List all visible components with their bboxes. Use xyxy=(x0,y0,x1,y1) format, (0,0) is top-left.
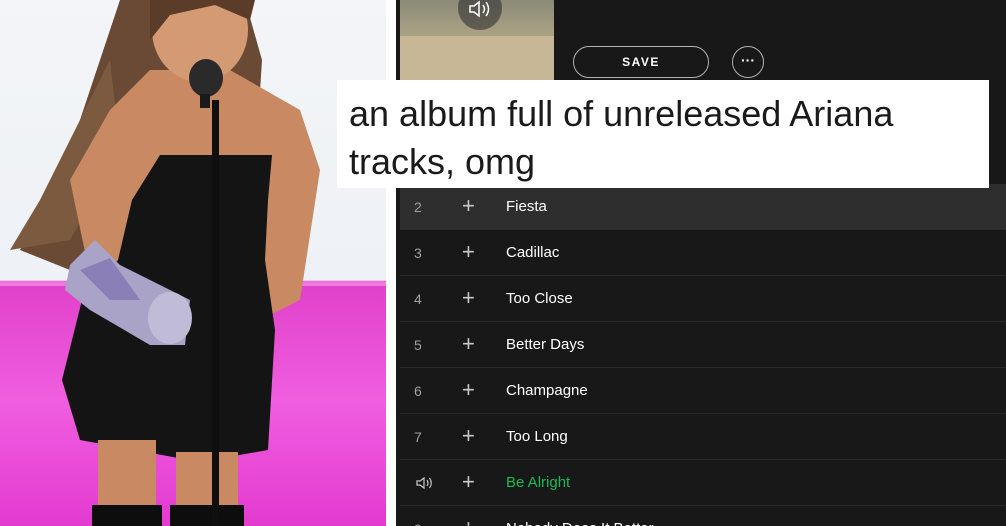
more-options-button[interactable]: ··· xyxy=(732,46,764,78)
track-number: 2 xyxy=(414,199,422,215)
caption-line-2: tracks, omg xyxy=(349,141,536,182)
track-number: 3 xyxy=(414,245,422,261)
track-row[interactable]: 2 + Fiesta xyxy=(400,184,1006,230)
add-track-icon[interactable]: + xyxy=(462,506,475,526)
performer-illustration xyxy=(0,0,386,526)
speaker-icon xyxy=(458,0,502,30)
add-track-icon[interactable]: + xyxy=(462,184,475,230)
track-title: Nobody Does It Better xyxy=(506,506,654,526)
add-track-icon[interactable]: + xyxy=(462,322,475,368)
add-track-icon[interactable]: + xyxy=(462,460,475,506)
save-button[interactable]: SAVE xyxy=(573,46,709,78)
track-number: 9 xyxy=(414,506,422,526)
track-row[interactable]: + Be Alright xyxy=(400,460,1006,506)
photo-panel xyxy=(0,0,386,526)
add-track-icon[interactable]: + xyxy=(462,414,475,460)
track-number: 5 xyxy=(414,337,422,353)
now-playing-speaker-icon xyxy=(416,476,432,490)
track-row[interactable]: 5 + Better Days xyxy=(400,322,1006,368)
add-track-icon[interactable]: + xyxy=(462,230,475,276)
track-title: Be Alright xyxy=(506,474,571,491)
track-number: 7 xyxy=(414,429,422,445)
caption-line-1: an album full of unreleased Ariana xyxy=(349,93,894,134)
album-cover xyxy=(400,0,554,80)
track-row[interactable]: 3 + Cadillac xyxy=(400,230,1006,276)
track-row[interactable]: 7 + Too Long xyxy=(400,414,1006,460)
track-number: 6 xyxy=(414,383,422,399)
track-title: Champagne xyxy=(506,382,588,399)
caption-box: an album full of unreleased Ariana track… xyxy=(337,80,989,188)
track-title: Too Close xyxy=(506,290,573,307)
track-title: Fiesta xyxy=(506,198,547,215)
track-number: 4 xyxy=(414,291,422,307)
track-title: Cadillac xyxy=(506,244,560,261)
spotify-album-panel: SAVE ··· 2 + Fiesta 3 + Cadillac 4 + Too Close 5 +… xyxy=(396,0,1006,526)
track-row[interactable]: 9 + Nobody Does It Better xyxy=(400,506,1006,526)
track-row[interactable]: 6 + Champagne xyxy=(400,368,1006,414)
add-track-icon[interactable]: + xyxy=(462,368,475,414)
add-track-icon[interactable]: + xyxy=(462,276,475,322)
track-title: Better Days xyxy=(506,336,585,353)
track-title: Too Long xyxy=(506,428,568,445)
track-row[interactable]: 4 + Too Close xyxy=(400,276,1006,322)
